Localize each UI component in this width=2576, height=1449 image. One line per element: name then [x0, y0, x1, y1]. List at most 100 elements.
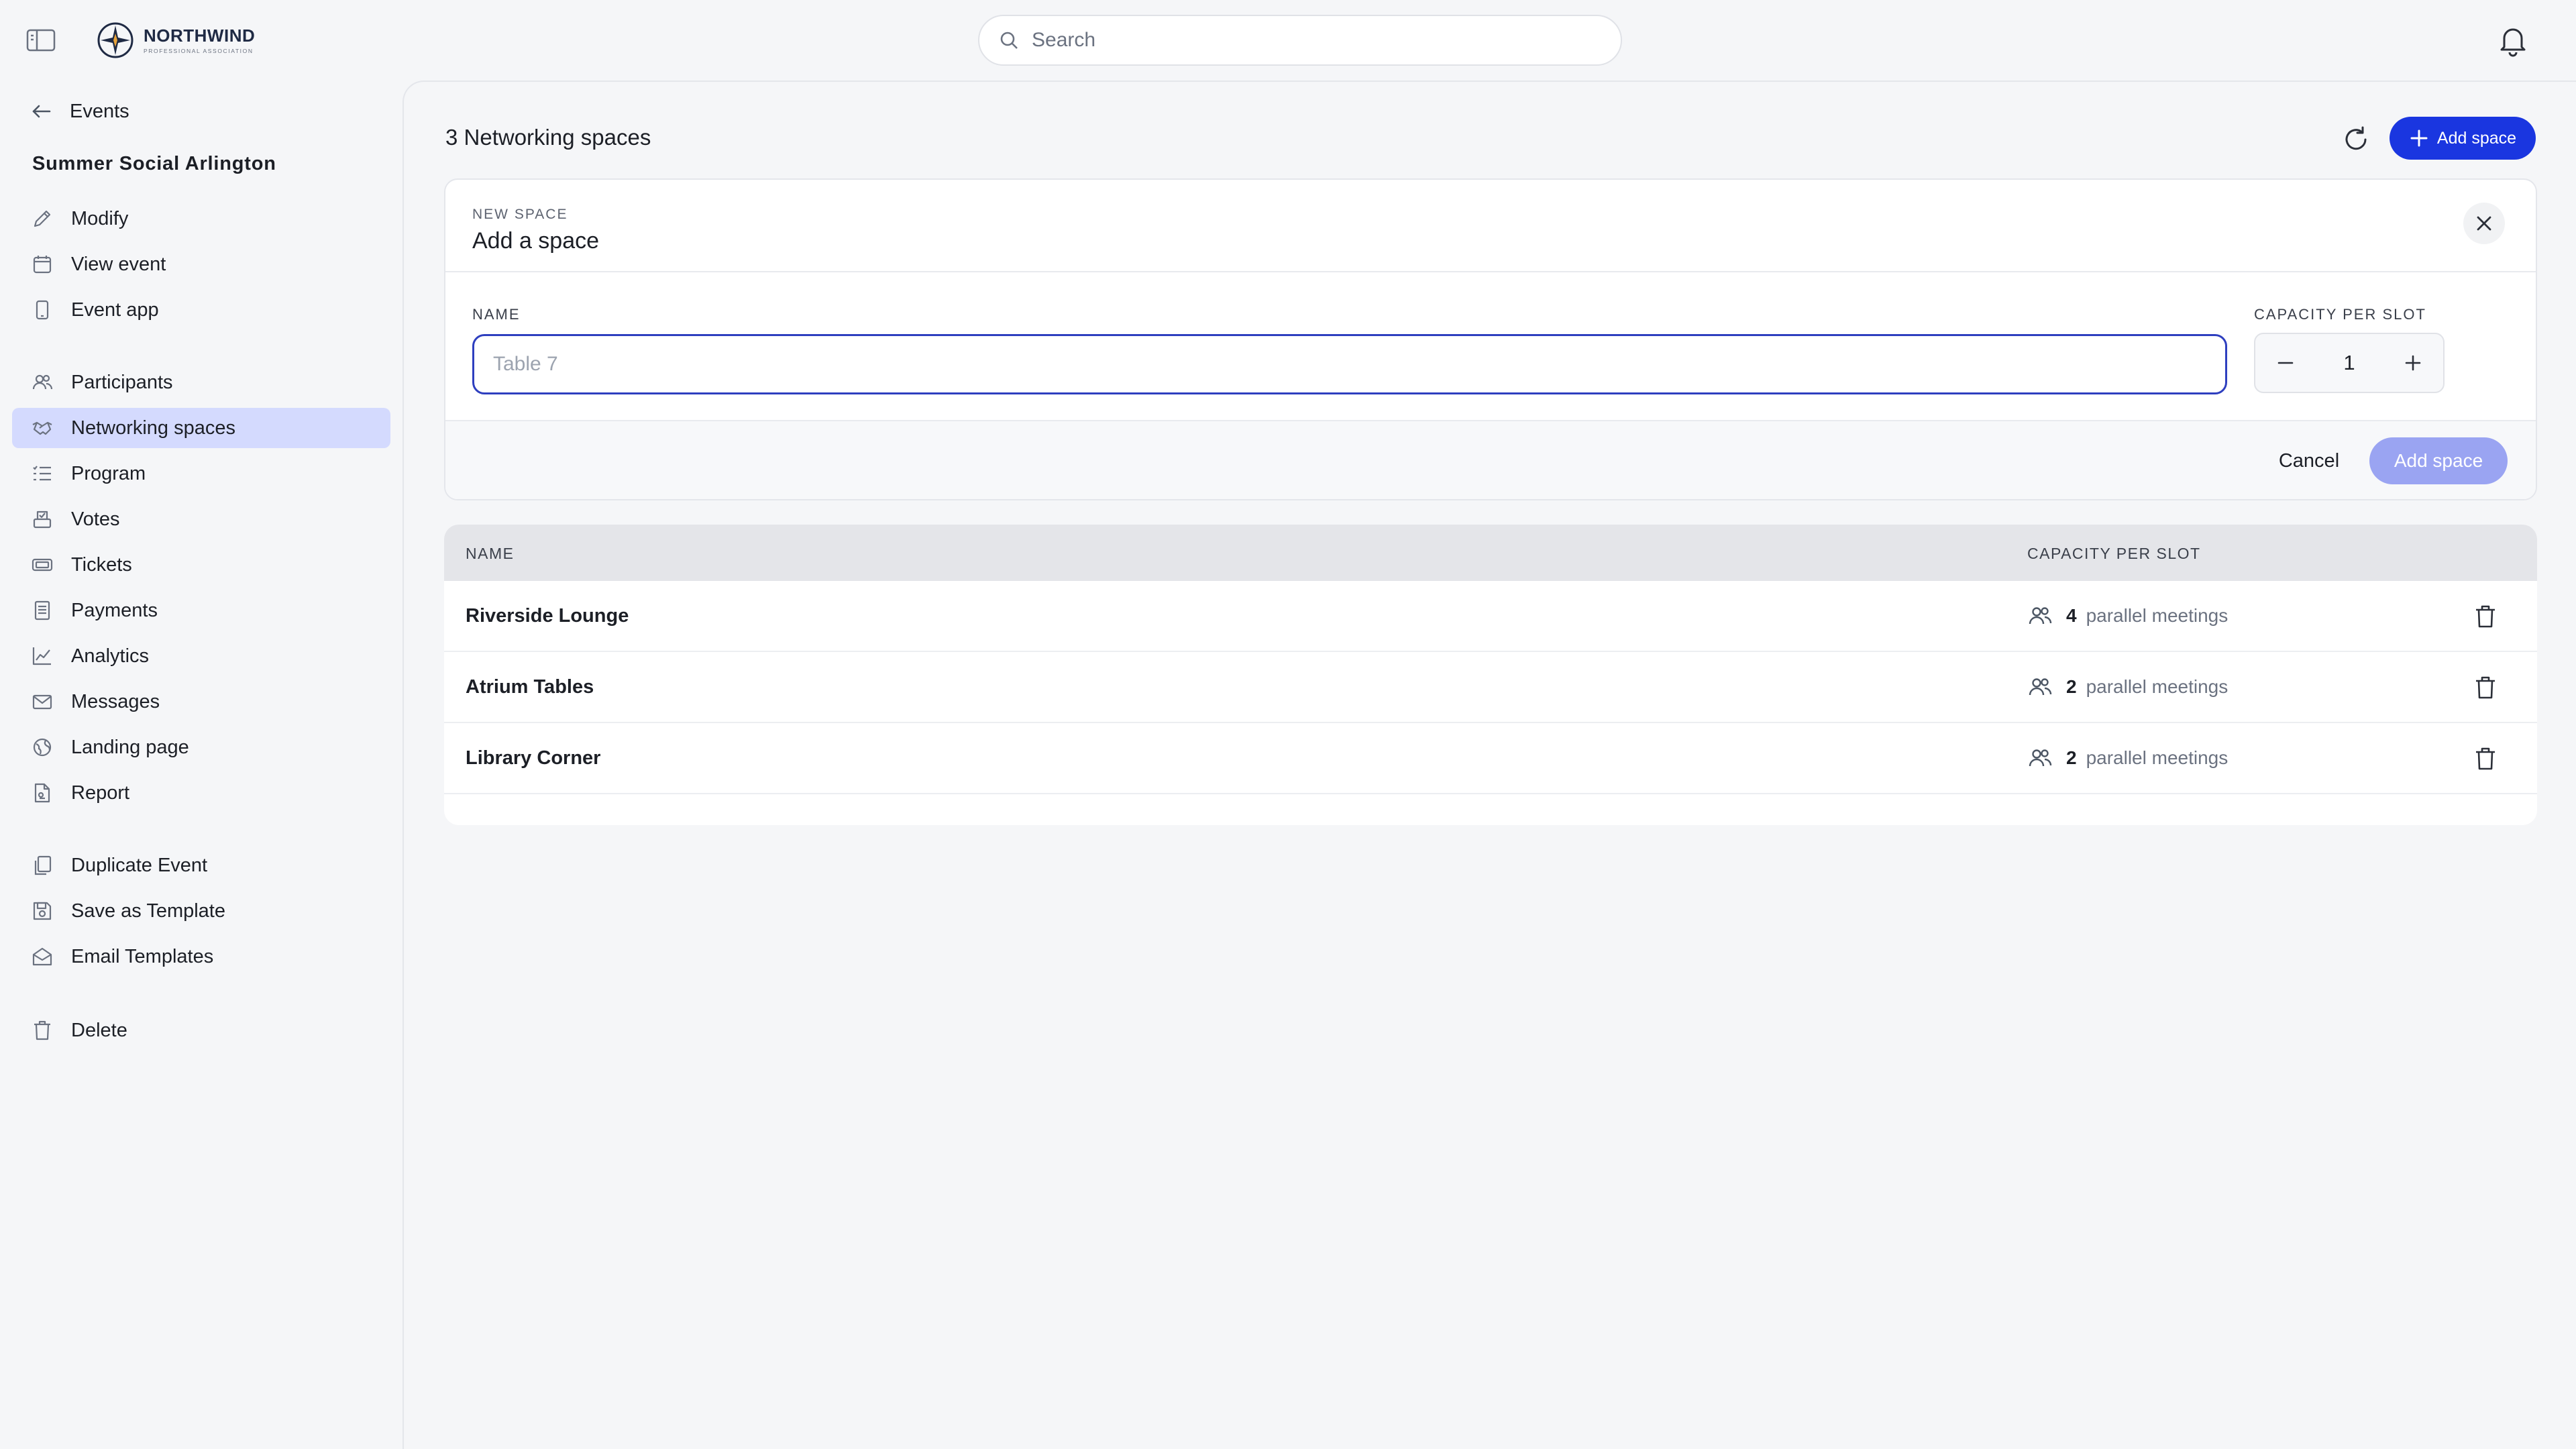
sidebar-item-label: Votes	[71, 508, 120, 530]
sidebar: Events Summer Social Arlington Modify Vi…	[0, 80, 402, 1449]
add-space-button[interactable]: Add space	[2390, 117, 2536, 160]
space-name: Atrium Tables	[466, 676, 594, 698]
globe-icon	[33, 738, 52, 757]
sidebar-item-participants[interactable]: Participants	[12, 362, 390, 402]
sidebar-item-program[interactable]: Program	[12, 453, 390, 494]
close-icon	[2477, 216, 2491, 231]
sidebar-item-votes[interactable]: Votes	[12, 499, 390, 539]
sidebar-item-networking-spaces[interactable]: Networking spaces	[12, 408, 390, 448]
submit-add-space-button[interactable]: Add space	[2369, 437, 2508, 484]
users-icon	[2029, 749, 2052, 767]
sidebar-item-label: Email Templates	[71, 945, 214, 967]
capacity-field-label: CAPACITY PER SLOT	[2254, 306, 2426, 323]
sidebar-item-view-event[interactable]: View event	[12, 244, 390, 284]
phone-icon	[36, 300, 49, 320]
sidebar-item-label: Modify	[71, 207, 129, 229]
minus-icon	[2277, 362, 2294, 364]
list-icon	[33, 466, 51, 481]
ballot-icon	[33, 511, 52, 529]
sidebar-item-label: Delete	[71, 1019, 127, 1041]
receipt-icon	[34, 600, 50, 621]
capacity-number: 2	[2066, 676, 2077, 697]
search-icon	[1000, 32, 1018, 49]
sidebar-item-modify[interactable]: Modify	[12, 199, 390, 239]
delete-row-button[interactable]	[2470, 743, 2501, 774]
space-name: Riverside Lounge	[466, 605, 629, 627]
space-name-input[interactable]	[472, 334, 2227, 394]
capacity-number: 2	[2066, 747, 2077, 768]
sidebar-item-duplicate-event[interactable]: Duplicate Event	[12, 845, 390, 885]
sidebar-item-label: View event	[71, 253, 166, 275]
capacity-suffix: parallel meetings	[2086, 605, 2229, 626]
compass-logo-icon	[97, 22, 133, 58]
capacity-suffix: parallel meetings	[2086, 747, 2229, 768]
plus-icon	[2405, 355, 2421, 371]
table-row[interactable]: Library Corner 2 parallel meetings	[444, 723, 2537, 794]
sidebar-item-label: Program	[71, 462, 146, 484]
delete-row-button[interactable]	[2470, 601, 2501, 632]
refresh-button[interactable]	[2336, 119, 2376, 160]
card-eyebrow: NEW SPACE	[472, 207, 568, 222]
delete-row-button[interactable]	[2470, 672, 2501, 703]
card-footer: Cancel Add space	[445, 420, 2536, 499]
refresh-icon	[2345, 126, 2367, 150]
top-bar: NORTHWIND PROFESSIONAL ASSOCIATION	[0, 0, 2576, 80]
increment-button[interactable]	[2396, 346, 2430, 380]
event-title: Summer Social Arlington	[32, 153, 276, 174]
users-icon	[32, 374, 53, 390]
notifications-bell-icon[interactable]	[2496, 23, 2530, 58]
logo[interactable]: NORTHWIND PROFESSIONAL ASSOCIATION	[97, 19, 255, 62]
add-space-button-label: Add space	[2436, 128, 2517, 148]
card-title: Add a space	[472, 228, 600, 254]
sidebar-item-label: Analytics	[71, 645, 150, 667]
new-space-card: NEW SPACE Add a space NAME CAPACITY PER …	[444, 178, 2537, 500]
sidebar-item-label: Save as Template	[71, 900, 225, 922]
sidebar-item-landing-page[interactable]: Landing page	[12, 727, 390, 767]
sidebar-item-tickets[interactable]: Tickets	[12, 545, 390, 585]
table-row[interactable]: Riverside Lounge 4 parallel meetings	[444, 581, 2537, 652]
sidebar-item-delete[interactable]: Delete	[12, 1010, 390, 1051]
chart-icon	[32, 647, 51, 665]
table-row[interactable]: Atrium Tables 2 parallel meetings	[444, 652, 2537, 723]
sidebar-item-save-as-template[interactable]: Save as Template	[12, 891, 390, 931]
sidebar-item-label: Tickets	[71, 553, 132, 576]
sidebar-item-messages[interactable]: Messages	[12, 682, 390, 722]
sidebar-item-analytics[interactable]: Analytics	[12, 636, 390, 676]
handshake-icon	[32, 421, 52, 435]
calendar-icon	[33, 256, 52, 274]
search-bar[interactable]	[978, 15, 1622, 66]
back-to-events-link[interactable]: Events	[30, 91, 129, 131]
trash-icon	[2476, 747, 2495, 770]
arrow-left-icon	[32, 105, 51, 118]
sidebar-item-label: Participants	[71, 371, 173, 393]
report-icon	[34, 783, 50, 803]
close-button[interactable]	[2463, 203, 2505, 244]
sidebar-item-label: Networking spaces	[71, 417, 235, 439]
capacity-suffix: parallel meetings	[2086, 676, 2229, 697]
mail-open-icon	[32, 947, 52, 966]
trash-icon	[2476, 676, 2495, 699]
column-header-capacity: CAPACITY PER SLOT	[2027, 545, 2201, 562]
name-field-label: NAME	[472, 306, 521, 323]
spaces-table: NAME CAPACITY PER SLOT Riverside Lounge …	[444, 525, 2537, 825]
sidebar-item-label: Duplicate Event	[71, 854, 208, 876]
search-input[interactable]	[1032, 29, 1582, 52]
capacity-cell: 2 parallel meetings	[2027, 743, 2228, 773]
capacity-value[interactable]: 1	[2343, 351, 2355, 375]
users-icon	[2029, 607, 2052, 625]
sidebar-item-payments[interactable]: Payments	[12, 590, 390, 631]
sidebar-item-event-app[interactable]: Event app	[12, 290, 390, 330]
capacity-number: 4	[2066, 605, 2077, 626]
trash-icon	[34, 1020, 50, 1040]
sidebar-item-label: Messages	[71, 690, 160, 712]
main-panel: 3 Networking spaces Add space NEW SPACE …	[402, 80, 2576, 1449]
page-title: 3 Networking spaces	[445, 125, 651, 150]
sidebar-item-report[interactable]: Report	[12, 773, 390, 813]
capacity-cell: 2 parallel meetings	[2027, 672, 2228, 702]
copy-icon	[34, 855, 52, 875]
sidebar-item-email-templates[interactable]: Email Templates	[12, 936, 390, 977]
cancel-button[interactable]: Cancel	[2262, 437, 2356, 484]
save-icon	[33, 902, 52, 920]
sidebar-toggle-icon[interactable]	[25, 27, 56, 54]
decrement-button[interactable]	[2269, 346, 2302, 380]
